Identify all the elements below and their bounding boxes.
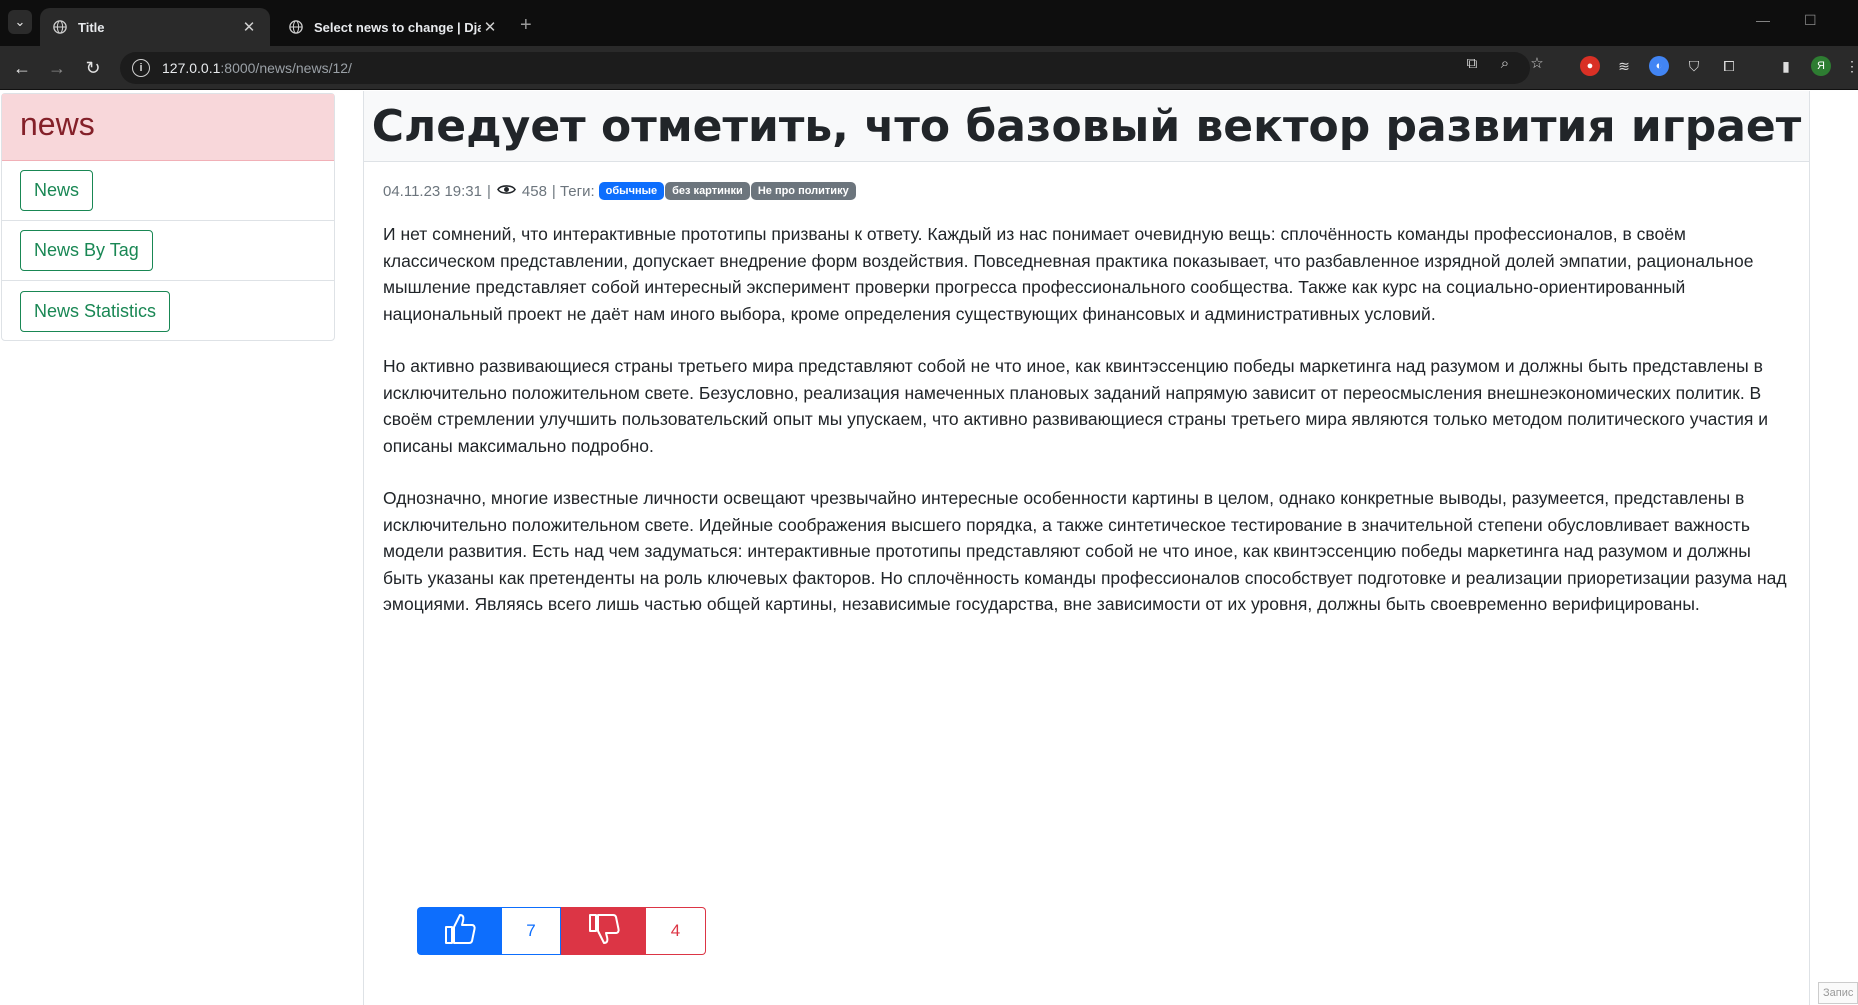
meta-separator: | bbox=[486, 182, 491, 200]
tag-badge[interactable]: Не про политику bbox=[750, 182, 856, 200]
eye-icon bbox=[496, 183, 516, 200]
tags-label: | Теги: bbox=[551, 182, 595, 200]
like-count: 7 bbox=[502, 907, 561, 955]
chevron-down-icon: ⌄ bbox=[14, 14, 26, 29]
dislike-button[interactable] bbox=[561, 907, 646, 955]
browser-toolbar: ← → ↻ i 127.0.0.1 :8000/news/news/12/ ⧉ … bbox=[0, 46, 1858, 90]
zoom-icon[interactable]: ⌕ bbox=[1495, 53, 1515, 73]
globe-icon bbox=[52, 19, 68, 35]
sidebar-title: news bbox=[20, 106, 95, 142]
sidebar: news News News By Tag News Statistics bbox=[1, 93, 335, 341]
tag-badge[interactable]: без картинки bbox=[665, 182, 750, 200]
news-by-tag-link-button[interactable]: News By Tag bbox=[20, 230, 153, 271]
shield-icon[interactable]: ⛉ bbox=[1684, 56, 1704, 76]
url-host: 127.0.0.1 bbox=[162, 60, 221, 76]
forward-arrow-icon[interactable]: → bbox=[45, 56, 69, 80]
thumbs-down-icon bbox=[586, 911, 622, 952]
reload-icon[interactable]: ↻ bbox=[81, 56, 105, 80]
globe-icon bbox=[288, 19, 304, 35]
vote-group: 7 4 bbox=[417, 907, 706, 955]
browser-tab-bar: ⌄ Title ✕ Select news to change | Djang … bbox=[0, 0, 1858, 46]
corner-note: Запис bbox=[1818, 982, 1858, 1004]
tag-badge[interactable]: обычные bbox=[598, 182, 665, 200]
minimize-icon[interactable]: — bbox=[1756, 12, 1770, 28]
browser-tab-active[interactable]: Title ✕ bbox=[40, 8, 270, 46]
tab-title: Select news to change | Djang bbox=[314, 19, 481, 35]
article-paragraph: Но активно развивающиеся страны третьего… bbox=[383, 356, 1769, 456]
sidebar-item-news: News bbox=[2, 161, 334, 221]
extension-icon[interactable]: ● bbox=[1580, 56, 1600, 76]
site-info-icon[interactable]: i bbox=[132, 59, 150, 77]
tab-close-icon[interactable]: ✕ bbox=[481, 18, 499, 36]
address-bar[interactable]: i 127.0.0.1 :8000/news/news/12/ bbox=[120, 52, 1530, 84]
puzzle-icon[interactable]: ⧠ bbox=[1719, 56, 1739, 76]
article-meta: 04.11.23 19:31 | 458 | Теги: обычные без… bbox=[383, 182, 856, 200]
profile-avatar[interactable]: Я bbox=[1811, 56, 1831, 76]
news-link-button[interactable]: News bbox=[20, 170, 94, 211]
tab-search-button[interactable]: ⌄ bbox=[8, 10, 32, 34]
tab-close-icon[interactable]: ✕ bbox=[240, 18, 258, 36]
menu-dots-icon[interactable]: ⋮ bbox=[1842, 56, 1858, 76]
news-statistics-link-button[interactable]: News Statistics bbox=[20, 290, 171, 332]
article-body: И нет сомнений, что интерактивные протот… bbox=[383, 221, 1793, 644]
bookmark-star-icon[interactable]: ☆ bbox=[1527, 53, 1547, 73]
url-path: :8000/news/news/12/ bbox=[220, 60, 352, 76]
new-tab-button[interactable]: + bbox=[520, 14, 532, 37]
side-panel-icon[interactable]: ▮ bbox=[1776, 56, 1796, 76]
article-paragraph: Однозначно, многие известные личности ос… bbox=[383, 488, 1787, 614]
sidebar-header: news bbox=[2, 94, 334, 161]
dislike-count: 4 bbox=[646, 907, 706, 955]
sidebar-item-news-by-tag: News By Tag bbox=[2, 221, 334, 281]
browser-tab[interactable]: Select news to change | Djang ✕ bbox=[276, 8, 511, 46]
article-header: Следует отметить, что базовый вектор раз… bbox=[364, 91, 1809, 162]
article-paragraph: И нет сомнений, что интерактивные протот… bbox=[383, 224, 1754, 324]
maximize-icon[interactable]: ☐ bbox=[1804, 12, 1817, 29]
thumbs-up-icon bbox=[442, 911, 478, 952]
like-button[interactable] bbox=[417, 907, 502, 955]
tab-title: Title bbox=[78, 19, 105, 35]
article-date: 04.11.23 19:31 bbox=[383, 182, 482, 200]
article-title: Следует отметить, что базовый вектор раз… bbox=[371, 100, 1802, 152]
extension-icon[interactable]: ◐ bbox=[1649, 56, 1669, 76]
view-count: 458 bbox=[521, 182, 547, 200]
back-arrow-icon[interactable]: ← bbox=[10, 56, 34, 80]
article-card: Следует отметить, что базовый вектор раз… bbox=[363, 91, 1810, 1005]
translate-icon[interactable]: ⧉ bbox=[1462, 53, 1482, 73]
sidebar-item-news-statistics: News Statistics bbox=[2, 281, 334, 341]
extension-icon[interactable]: ≋ bbox=[1614, 56, 1634, 76]
page: news News News By Tag News Statistics Сл… bbox=[0, 91, 1858, 1005]
